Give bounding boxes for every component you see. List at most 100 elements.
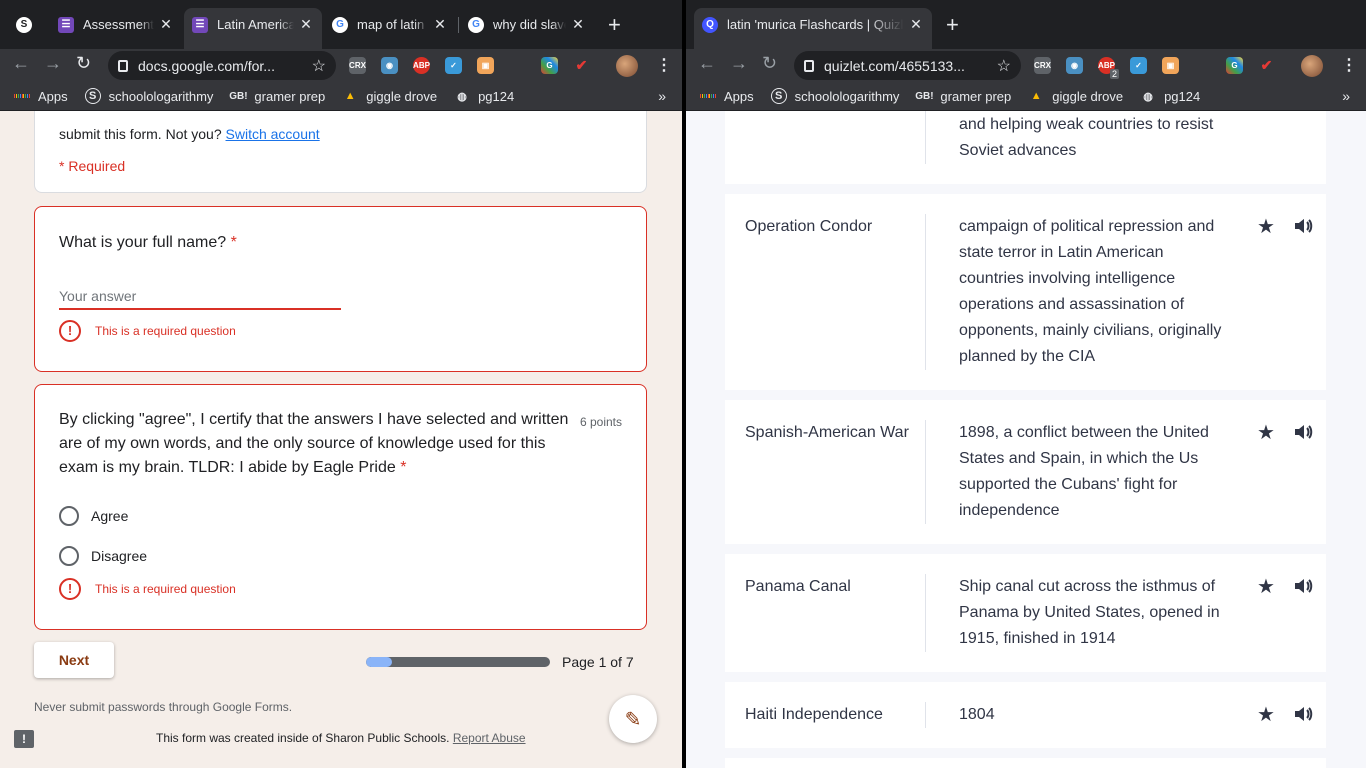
- form-footer: This form was created inside of Sharon P…: [156, 731, 526, 745]
- card-term: Spanish-American War: [745, 424, 909, 441]
- star-icon[interactable]: ★: [1257, 574, 1275, 599]
- error-message: ! This is a required question: [59, 578, 236, 600]
- back-icon[interactable]: ←: [698, 53, 716, 74]
- address-bar[interactable]: quizlet.com/4655133... ☆: [794, 51, 1021, 80]
- radio-circle[interactable]: [59, 546, 79, 566]
- feedback-icon[interactable]: !: [14, 730, 34, 748]
- star-icon[interactable]: ★: [1257, 702, 1275, 727]
- bookmarks-bar: Apps S schoolologarithmy GB! gramer prep…: [686, 82, 1366, 111]
- bookmark-star-icon[interactable]: ☆: [997, 56, 1011, 76]
- quizlet-icon: Q: [702, 16, 718, 33]
- flashcard-row: Panama Canal Ship canal cut across the i…: [725, 554, 1326, 672]
- progress-bar: [366, 657, 550, 667]
- card-definition: and helping weak countries to resist Sov…: [959, 116, 1214, 159]
- toolbar: ← → ↻ docs.google.com/for... ☆ CRX ◉ ABP…: [0, 49, 682, 82]
- crx-extension-icon[interactable]: CRX: [1034, 57, 1051, 74]
- box-extension-icon[interactable]: ▣: [1162, 57, 1179, 74]
- tab-assessment[interactable]: ☰ Assessment ✕: [50, 8, 182, 41]
- forward-icon[interactable]: →: [44, 53, 62, 74]
- reload-icon[interactable]: ↻: [76, 53, 91, 74]
- bookmark-giggle-drove[interactable]: ▲ giggle drove: [1028, 88, 1123, 104]
- new-tab-icon[interactable]: +: [946, 12, 959, 38]
- bookmark-gramer-prep[interactable]: GB! gramer prep: [229, 88, 325, 104]
- edit-pencil-icon[interactable]: ✎: [609, 695, 657, 743]
- color-extension-icon[interactable]: G: [1226, 57, 1243, 74]
- speaker-icon[interactable]: [1293, 422, 1313, 447]
- lock-icon: [804, 59, 814, 72]
- flashcard-row: and helping weak countries to resist Sov…: [725, 111, 1326, 184]
- switch-account-link[interactable]: Switch account: [226, 126, 320, 142]
- required-note: * Required: [59, 158, 126, 174]
- check-extension-icon[interactable]: ✔: [1258, 57, 1275, 74]
- close-icon[interactable]: ✕: [298, 16, 314, 33]
- bookmark-star-icon[interactable]: ☆: [312, 56, 326, 76]
- bookmark-schoolologarithmy[interactable]: S schoolologarithmy: [84, 88, 213, 104]
- owl-extension-icon[interactable]: ◉: [1066, 57, 1083, 74]
- bookmark-schoolologarithmy[interactable]: S schoolologarithmy: [770, 88, 899, 104]
- drive-icon: ▲: [344, 90, 356, 102]
- next-button[interactable]: Next: [34, 642, 114, 678]
- card-term: Haiti Independence: [745, 706, 883, 723]
- lock-icon: [118, 59, 128, 72]
- email-notice: submit this form. Not you? Switch accoun…: [59, 126, 320, 142]
- new-tab-icon[interactable]: +: [608, 12, 621, 38]
- box-extension-icon[interactable]: ▣: [477, 57, 494, 74]
- tab-map-of-latin[interactable]: G map of latin a ✕: [324, 8, 456, 41]
- back-icon[interactable]: ←: [12, 53, 30, 74]
- google-icon: G: [332, 16, 348, 33]
- forms-icon: ☰: [58, 16, 74, 33]
- left-browser-window: S ☰ Assessment ✕ ☰ Latin America ✕ G map…: [0, 0, 682, 768]
- bookmark-apps[interactable]: Apps: [700, 88, 754, 104]
- tab-separator: [458, 17, 459, 33]
- bird-extension-icon[interactable]: ✓: [1130, 57, 1147, 74]
- more-bookmarks-icon[interactable]: »: [1342, 88, 1350, 104]
- tab-strip: S ☰ Assessment ✕ ☰ Latin America ✕ G map…: [0, 0, 682, 49]
- forward-icon[interactable]: →: [730, 53, 748, 74]
- speaker-icon[interactable]: [1293, 704, 1313, 729]
- reload-icon[interactable]: ↻: [762, 53, 777, 74]
- owl-extension-icon[interactable]: ◉: [381, 57, 398, 74]
- address-bar[interactable]: docs.google.com/for... ☆: [108, 51, 336, 80]
- report-abuse-link[interactable]: Report Abuse: [453, 731, 526, 745]
- flashcard-row: [725, 758, 1326, 768]
- menu-icon[interactable]: ⋮: [656, 55, 672, 75]
- star-icon[interactable]: ★: [1257, 420, 1275, 445]
- bird-extension-icon[interactable]: ✓: [445, 57, 462, 74]
- radio-agree[interactable]: Agree: [59, 506, 128, 526]
- check-extension-icon[interactable]: ✔: [573, 57, 590, 74]
- profile-avatar[interactable]: [616, 55, 638, 77]
- star-icon[interactable]: ★: [1257, 214, 1275, 239]
- bookmark-apps[interactable]: Apps: [14, 88, 68, 104]
- tab-quizlet[interactable]: Q latin 'murica Flashcards | Quizlet ✕: [694, 8, 932, 49]
- adblock-icon[interactable]: ABP: [413, 57, 430, 74]
- question-title: By clicking "agree", I certify that the …: [59, 411, 569, 476]
- tab-pinned[interactable]: S: [8, 8, 48, 41]
- speaker-icon[interactable]: [1293, 576, 1313, 601]
- more-bookmarks-icon[interactable]: »: [658, 88, 666, 104]
- tab-why-did-slave[interactable]: G why did slave ✕: [460, 8, 594, 41]
- s-icon: S: [84, 88, 101, 104]
- bookmark-gramer-prep[interactable]: GB! gramer prep: [915, 88, 1011, 104]
- password-warning: Never submit passwords through Google Fo…: [34, 700, 293, 714]
- bookmark-pg124[interactable]: ◍ pg124: [1140, 88, 1200, 104]
- close-icon[interactable]: ✕: [158, 16, 174, 33]
- s-icon: S: [770, 88, 787, 104]
- close-icon[interactable]: ✕: [570, 16, 586, 33]
- menu-icon[interactable]: ⋮: [1341, 55, 1357, 75]
- close-icon[interactable]: ✕: [432, 16, 448, 33]
- radio-circle[interactable]: [59, 506, 79, 526]
- close-icon[interactable]: ✕: [908, 16, 924, 33]
- speaker-icon[interactable]: [1293, 216, 1313, 241]
- bookmark-giggle-drove[interactable]: ▲ giggle drove: [342, 88, 437, 104]
- bookmark-pg124[interactable]: ◍ pg124: [454, 88, 514, 104]
- apps-grid-icon: [14, 88, 31, 104]
- page-indicator: Page 1 of 7: [562, 654, 634, 670]
- color-extension-icon[interactable]: G: [541, 57, 558, 74]
- radio-disagree[interactable]: Disagree: [59, 546, 147, 566]
- profile-avatar[interactable]: [1301, 55, 1323, 77]
- question-full-name: What is your full name? * Your answer ! …: [34, 206, 647, 372]
- crx-extension-icon[interactable]: CRX: [349, 57, 366, 74]
- google-form: submit this form. Not you? Switch accoun…: [0, 111, 682, 768]
- tab-latin-america[interactable]: ☰ Latin America ✕: [184, 8, 322, 49]
- full-name-input[interactable]: Your answer: [59, 288, 341, 310]
